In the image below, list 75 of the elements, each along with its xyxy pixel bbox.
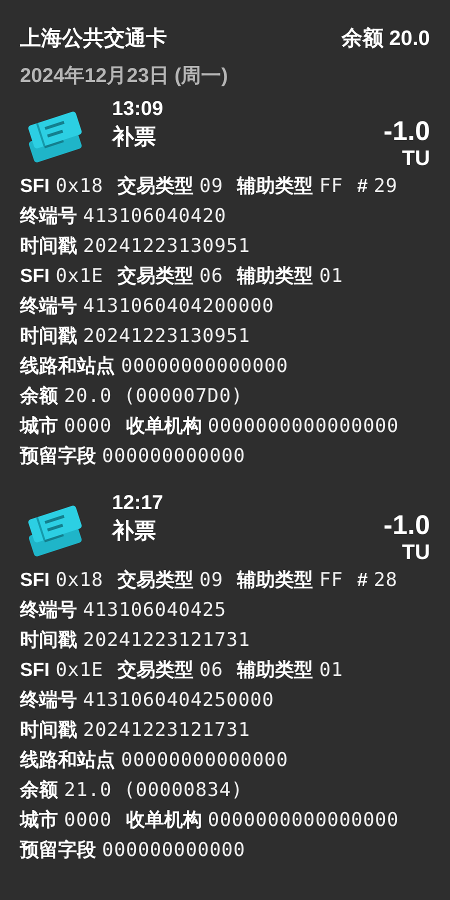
- field-value: 20.0 (000007D0): [64, 384, 244, 409]
- field-label: 收单机构: [126, 809, 202, 833]
- field-value: 000000000000: [102, 444, 246, 469]
- field-label: 终端号: [20, 689, 77, 713]
- field-value: 06: [199, 264, 224, 289]
- field-label: 收单机构: [126, 415, 202, 439]
- transaction-time: 13:09: [112, 97, 164, 122]
- field-value: 06: [199, 658, 224, 683]
- field-label: SFI: [20, 265, 50, 289]
- field-value: 20241223121731: [83, 718, 250, 743]
- field-label: SFI: [20, 175, 50, 199]
- field-value: 0x1E: [56, 658, 104, 683]
- field-value: 0000: [64, 414, 112, 439]
- field-label: 预留字段: [20, 444, 96, 469]
- field-label: #: [357, 175, 368, 199]
- field-label: 线路和站点: [20, 354, 115, 379]
- field-label: 时间戳: [20, 719, 77, 743]
- transaction-time: 12:17: [112, 491, 164, 516]
- field-value: 01: [319, 264, 344, 289]
- field-label: 交易类型: [117, 568, 194, 593]
- unit-label: TU: [402, 146, 430, 172]
- amount-label: -1.0: [383, 116, 430, 146]
- date-label: 2024年12月23日 (周一): [20, 64, 229, 89]
- field-value: 20241223130951: [83, 324, 250, 349]
- field-label: 终端号: [20, 599, 77, 623]
- field-value: 0000000000000000: [208, 414, 399, 439]
- field-label: 交易类型: [117, 174, 194, 199]
- field-label: 辅助类型: [237, 175, 314, 199]
- field-value: 28: [374, 568, 398, 593]
- balance-label: 余额 20.0: [341, 26, 430, 52]
- field-value: 00000000000000: [121, 354, 288, 379]
- field-value: 00000000000000: [121, 748, 288, 773]
- field-value: 413106040425: [83, 598, 226, 623]
- field-value: 01: [319, 658, 344, 683]
- transaction-type: 补票: [112, 123, 157, 151]
- card-title: 上海公共交通卡: [20, 26, 167, 52]
- field-value: 0x18: [56, 568, 104, 593]
- field-label: 交易类型: [117, 658, 194, 683]
- field-value: 09: [199, 568, 224, 593]
- field-label: 终端号: [20, 205, 77, 229]
- field-label: SFI: [20, 569, 50, 593]
- field-value: 20241223130951: [83, 234, 250, 259]
- amount-label: -1.0: [383, 510, 430, 540]
- field-label: 辅助类型: [237, 569, 314, 593]
- field-value: 29: [374, 174, 398, 199]
- field-label: 余额: [20, 778, 58, 803]
- field-label: 辅助类型: [237, 659, 314, 683]
- field-value: 0x1E: [56, 264, 104, 289]
- field-label: 辅助类型: [237, 265, 314, 289]
- field-label: 余额: [20, 384, 58, 409]
- field-value: 0000: [64, 808, 112, 833]
- field-value: FF: [319, 174, 344, 199]
- field-value: 0000000000000000: [208, 808, 399, 833]
- field-label: 终端号: [20, 295, 77, 319]
- field-label: 时间戳: [20, 235, 77, 259]
- field-label: 时间戳: [20, 325, 77, 349]
- transaction-type: 补票: [112, 517, 157, 545]
- field-value: FF: [319, 568, 344, 593]
- field-value: 413106040420: [83, 204, 226, 229]
- field-label: 交易类型: [117, 264, 194, 289]
- field-value: 4131060404250000: [83, 688, 274, 713]
- field-label: 线路和站点: [20, 748, 115, 773]
- field-label: SFI: [20, 659, 50, 683]
- unit-label: TU: [402, 540, 430, 566]
- field-value: 0x18: [56, 174, 104, 199]
- field-value: 09: [199, 174, 224, 199]
- field-value: 4131060404200000: [83, 294, 274, 319]
- field-value: 20241223121731: [83, 628, 250, 653]
- field-label: 时间戳: [20, 629, 77, 653]
- field-label: 城市: [20, 808, 58, 833]
- field-label: #: [357, 569, 368, 593]
- field-value: 000000000000: [102, 838, 246, 863]
- field-value: 21.0 (00000834): [64, 778, 244, 803]
- field-label: 预留字段: [20, 838, 96, 863]
- field-label: 城市: [20, 414, 58, 439]
